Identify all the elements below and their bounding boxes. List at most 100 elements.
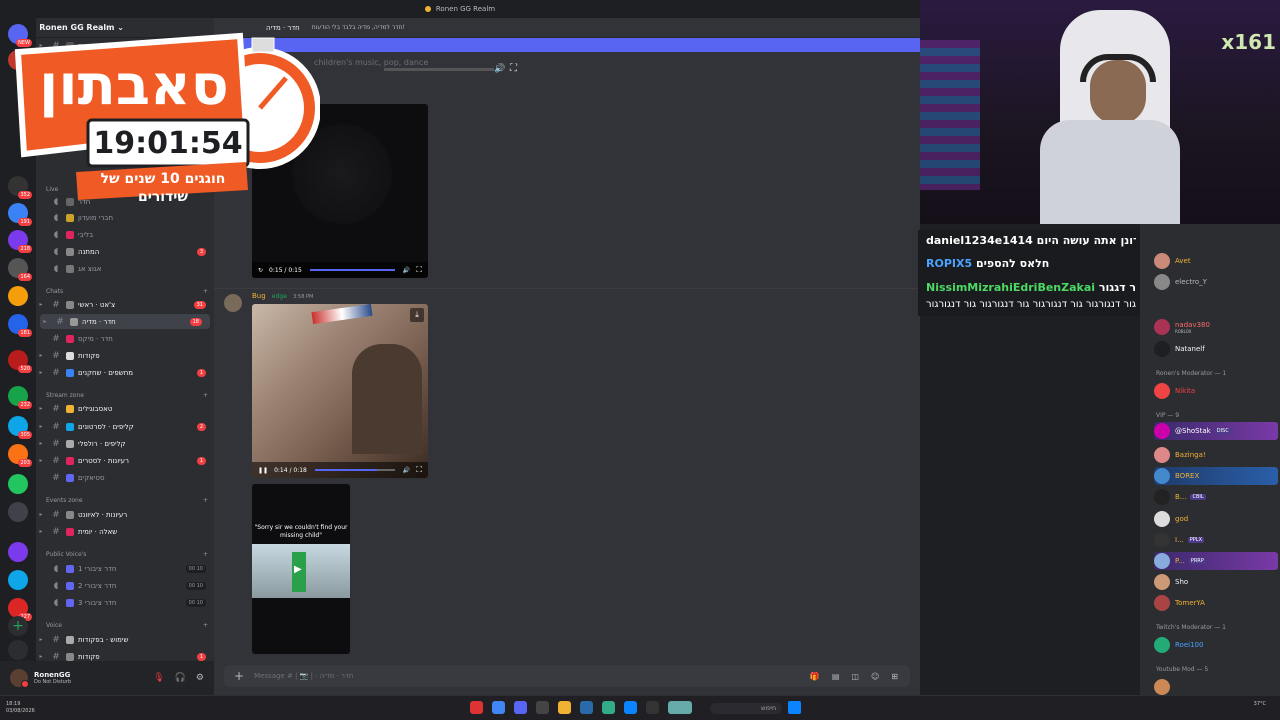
video-seekbar[interactable]	[309, 269, 395, 271]
channel-cmds2[interactable]: ▸ # פקודות 1	[36, 649, 214, 661]
server-icon[interactable]: 203	[8, 444, 32, 467]
category-stream-zone[interactable]: Stream zone +	[46, 392, 208, 399]
server-icon[interactable]: 305	[8, 416, 32, 439]
member-item[interactable]: Avet	[1154, 252, 1278, 270]
member-item[interactable]: nadav380 ROBLOX	[1154, 318, 1278, 336]
channel-stickers[interactable]: # סטיאקים	[36, 470, 214, 485]
emoji-icon[interactable]: ☺	[871, 672, 879, 681]
author-name[interactable]: Bug	[252, 292, 266, 300]
play-icon[interactable]: ▶	[294, 564, 302, 575]
category-chats[interactable]: Chats +	[46, 288, 208, 295]
folder-icon[interactable]	[558, 701, 571, 714]
category-events-zone[interactable]: Events zone +	[46, 497, 208, 504]
app-icon[interactable]	[602, 701, 615, 714]
channel-bday[interactable]: ◖ בליבי	[36, 227, 214, 242]
app-icon[interactable]	[668, 701, 692, 714]
windows-start-icon[interactable]	[788, 701, 801, 714]
member-item[interactable]: Nikita	[1154, 382, 1278, 400]
server-icon[interactable]: 218	[8, 230, 32, 253]
volume-icon[interactable]: 🔊	[403, 267, 410, 274]
fullscreen-icon[interactable]: ⛶	[510, 63, 517, 74]
fullscreen-icon[interactable]: ⛶	[416, 465, 422, 475]
channel-ideas-live[interactable]: ▸ # רעיונות · לאיוונט	[36, 507, 214, 522]
member-item[interactable]: @ShoStak DISC	[1154, 422, 1278, 440]
mute-mic-icon[interactable]: 🎙	[153, 673, 164, 683]
video-player-3[interactable]: "Sorry sir we couldn't find your missing…	[252, 484, 350, 654]
app-icon[interactable]	[646, 701, 659, 714]
member-item[interactable]: Natanelf	[1154, 340, 1278, 358]
gift-icon[interactable]: 🎁	[810, 672, 820, 681]
gear-icon[interactable]: ⚙	[196, 673, 204, 683]
pause-icon[interactable]: ❚❚	[258, 467, 268, 474]
add-server-icon[interactable]: +	[8, 616, 28, 636]
discover-icon[interactable]	[8, 640, 28, 660]
member-item[interactable]	[1154, 678, 1278, 695]
audio-progress[interactable]	[384, 68, 494, 71]
discord-icon[interactable]	[514, 701, 527, 714]
category-voice[interactable]: Voice +	[46, 622, 208, 629]
sticker-icon[interactable]: ◫	[851, 672, 859, 681]
channel-ideas-stream[interactable]: ▸ # רעיונות · לסטרים 1	[36, 453, 214, 468]
member-name: BOREX	[1175, 472, 1200, 480]
app-icon[interactable]	[470, 701, 483, 714]
server-icon[interactable]: 520	[8, 350, 32, 373]
server-icon[interactable]: 232	[8, 386, 32, 409]
member-item[interactable]: BOREX	[1154, 467, 1278, 485]
member-name: Nikita	[1175, 387, 1196, 395]
member-item[interactable]: Sho	[1154, 573, 1278, 591]
avatar[interactable]	[224, 294, 242, 312]
member-item[interactable]: B... CBIL	[1154, 488, 1278, 506]
server-icon[interactable]	[8, 502, 28, 522]
voice-public-3[interactable]: ◖ חדר ציבורי 3 00 10	[36, 595, 214, 610]
avatar[interactable]	[10, 669, 29, 688]
replay-icon[interactable]: ↻	[258, 267, 263, 274]
member-item[interactable]: P... PRRP	[1154, 552, 1278, 570]
channel-streamers[interactable]: ▸ # טאסבוגילים	[36, 401, 214, 416]
channel-ego[interactable]: ◖ אגוצ אג	[36, 261, 214, 276]
member-item[interactable]: TomerYA	[1154, 594, 1278, 612]
video-player-2[interactable]: ⤓ ❚❚ 0:14 / 0:18 🔊 ⛶	[252, 304, 428, 478]
category-public-voice[interactable]: Public Voice's +	[46, 551, 208, 558]
channel-clips-stream[interactable]: ▸ # קליפים · לסרטונים 2	[36, 419, 214, 434]
member-item[interactable]: Bazinga!	[1154, 446, 1278, 464]
gif-icon[interactable]: ▤	[832, 672, 840, 681]
voice-public-1[interactable]: ◖ חדר ציבורי 1 00 10	[36, 561, 214, 576]
server-icon[interactable]: 181	[8, 314, 32, 337]
fullscreen-icon[interactable]: ⛶	[416, 265, 422, 275]
member-item[interactable]: electro_Y	[1154, 273, 1278, 291]
steam-icon[interactable]	[580, 701, 593, 714]
volume-icon[interactable]: 🔊	[494, 64, 505, 74]
channel-main-chat[interactable]: ▸ # צ'אט · ראשי 31	[36, 297, 214, 312]
edge-icon[interactable]	[624, 701, 637, 714]
deafen-icon[interactable]: 🎧	[175, 673, 186, 683]
member-item[interactable]: Roei100	[1154, 636, 1278, 654]
voice-public-2[interactable]: ◖ חדר ציבורי 2 00 10	[36, 578, 214, 593]
channel-question-day[interactable]: ▸ # שאלה · יומית	[36, 524, 214, 539]
chrome-icon[interactable]	[492, 701, 505, 714]
apps-icon[interactable]: ⊞	[891, 672, 898, 681]
channel-usage[interactable]: ▸ # שימוש · בפקודות	[36, 632, 214, 647]
attach-plus-icon[interactable]: +	[234, 669, 244, 683]
member-item[interactable]: god	[1154, 510, 1278, 528]
channel-media[interactable]: ▸ # חדר · מדיה 18	[40, 314, 210, 329]
server-icon[interactable]	[8, 286, 28, 306]
server-icon[interactable]: 227	[8, 598, 32, 621]
channel-commands[interactable]: ▸ # פקודות	[36, 348, 214, 363]
volume-icon[interactable]: 🔊	[403, 467, 410, 474]
channel-club-members[interactable]: ◖ חברי מועדון	[36, 210, 214, 225]
channel-clips-rolfi[interactable]: ▸ # קליפים · רולפלי	[36, 436, 214, 451]
taskbar-search[interactable]: חיפוש	[710, 703, 782, 714]
download-icon[interactable]: ⤓	[410, 308, 424, 322]
app-icon[interactable]	[536, 701, 549, 714]
channel-gamer-pc[interactable]: ▸ # מחשפים · שחקנים 1	[36, 365, 214, 380]
channel-mix[interactable]: # חדר · מיקס	[36, 331, 214, 346]
server-icon[interactable]: 191	[8, 203, 32, 226]
server-icon[interactable]	[8, 542, 28, 562]
member-item[interactable]: I... PPLX	[1154, 531, 1278, 549]
message-composer[interactable]: + Message # | 📷 | · חדר · מדיה 🎁 ▤ ◫ ☺ ⊞	[224, 665, 910, 687]
channel-waiting[interactable]: ◖ המתנה 3	[36, 244, 214, 259]
video-seekbar[interactable]	[314, 469, 395, 471]
server-icon[interactable]: 164	[8, 258, 32, 281]
server-icon[interactable]	[8, 474, 28, 494]
server-icon[interactable]	[8, 570, 28, 590]
